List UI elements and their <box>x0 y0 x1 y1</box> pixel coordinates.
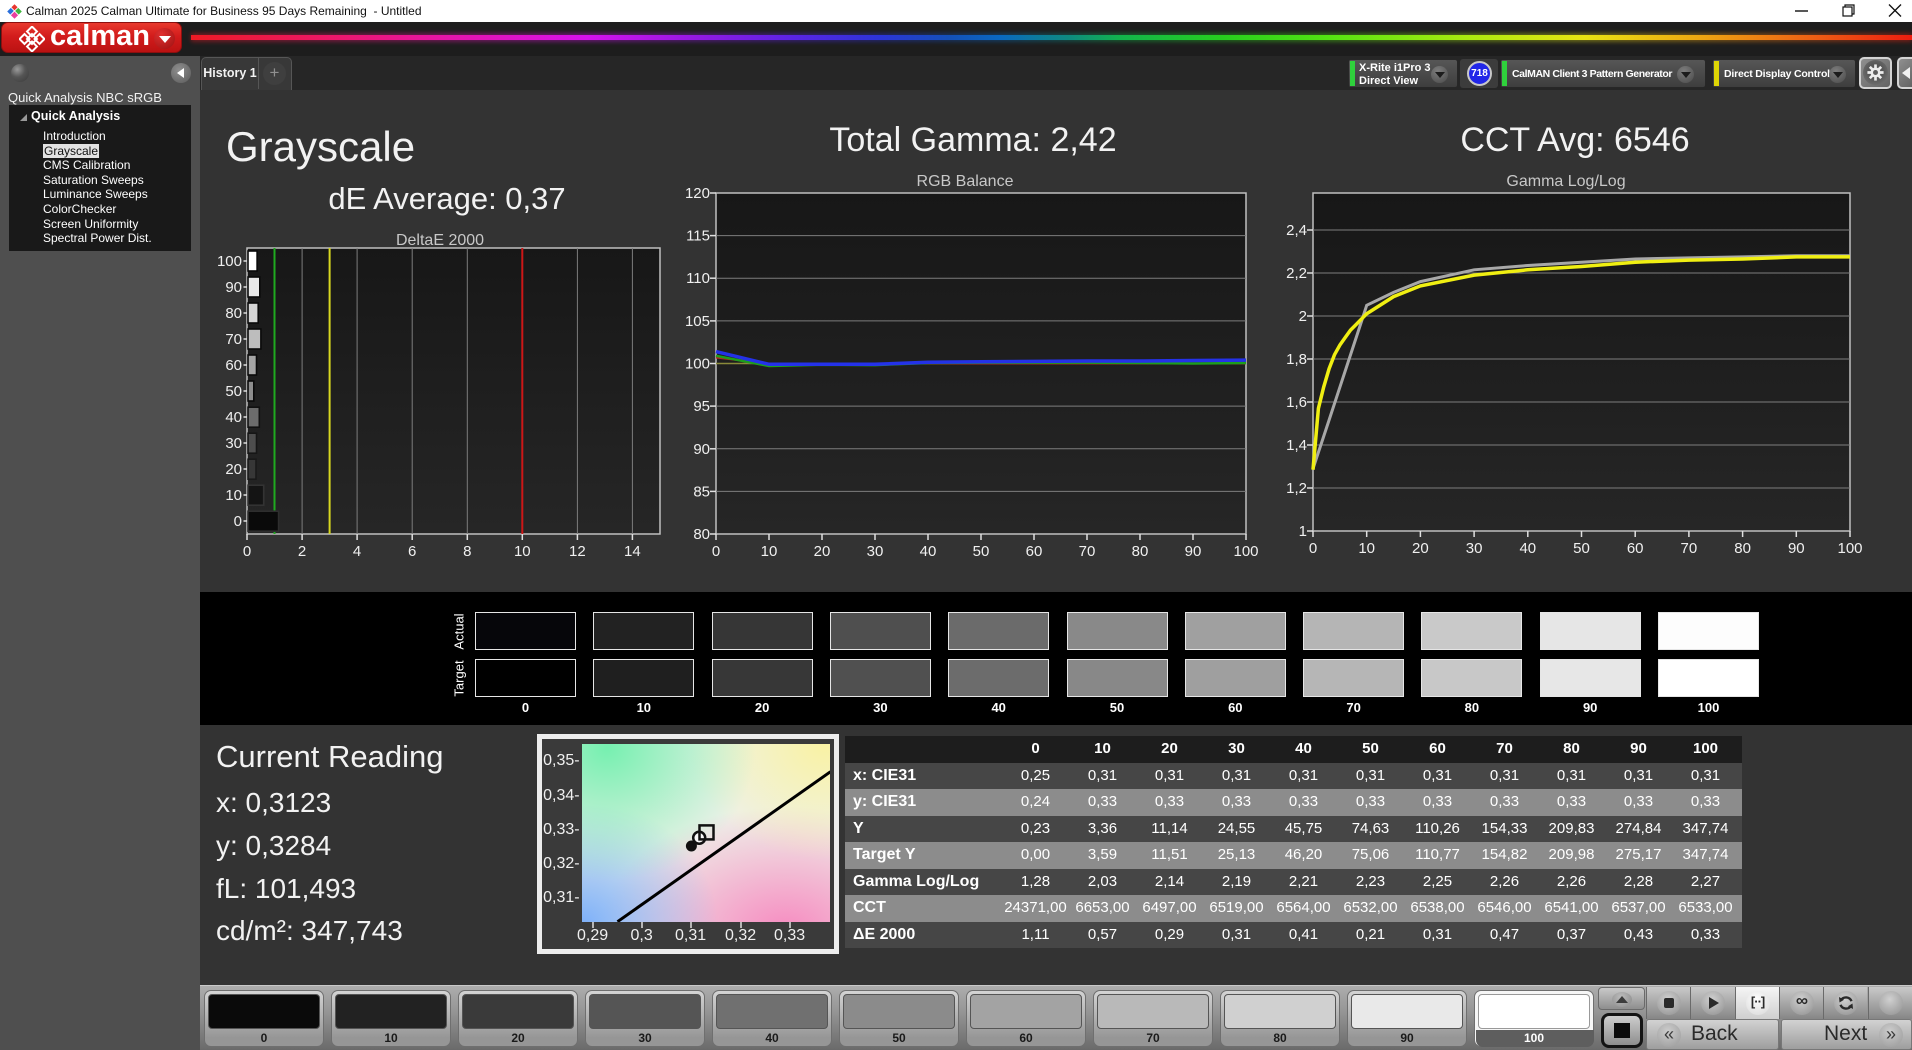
svg-text:1,4: 1,4 <box>1286 437 1307 454</box>
svg-text:85: 85 <box>693 483 710 500</box>
svg-text:RGB Balance: RGB Balance <box>917 173 1014 190</box>
svg-text:30: 30 <box>867 543 884 560</box>
svg-text:20: 20 <box>1412 540 1429 557</box>
svg-text:50: 50 <box>973 543 990 560</box>
svg-text:10: 10 <box>1358 540 1375 557</box>
svg-text:100: 100 <box>1233 543 1258 560</box>
svg-text:1: 1 <box>1299 523 1307 540</box>
svg-text:0: 0 <box>1309 540 1317 557</box>
svg-text:120: 120 <box>685 185 710 202</box>
svg-text:80: 80 <box>225 305 242 322</box>
svg-text:6: 6 <box>408 543 416 560</box>
svg-text:dE Average: 0,37: dE Average: 0,37 <box>328 181 565 216</box>
svg-text:2,4: 2,4 <box>1286 222 1307 239</box>
svg-text:40: 40 <box>1519 540 1536 557</box>
svg-text:0: 0 <box>712 543 720 560</box>
svg-text:90: 90 <box>693 441 710 458</box>
svg-text:90: 90 <box>1788 540 1805 557</box>
svg-text:70: 70 <box>1681 540 1698 557</box>
svg-text:1,8: 1,8 <box>1286 351 1307 368</box>
svg-text:115: 115 <box>686 228 710 245</box>
svg-text:60: 60 <box>1627 540 1644 557</box>
svg-text:50: 50 <box>1573 540 1590 557</box>
svg-text:2: 2 <box>1299 308 1307 325</box>
svg-text:80: 80 <box>1734 540 1751 557</box>
svg-text:30: 30 <box>1466 540 1483 557</box>
svg-text:90: 90 <box>1185 543 1202 560</box>
svg-text:CCT Avg: 6546: CCT Avg: 6546 <box>1460 121 1689 159</box>
svg-text:8: 8 <box>463 543 471 560</box>
svg-text:70: 70 <box>1079 543 1096 560</box>
svg-text:80: 80 <box>1132 543 1149 560</box>
svg-text:20: 20 <box>814 543 831 560</box>
svg-text:4: 4 <box>353 543 361 560</box>
svg-text:95: 95 <box>693 398 710 415</box>
svg-text:50: 50 <box>225 383 242 400</box>
svg-text:40: 40 <box>225 409 242 426</box>
svg-text:100: 100 <box>217 253 242 270</box>
svg-text:12: 12 <box>569 543 586 560</box>
svg-text:Gamma Log/Log: Gamma Log/Log <box>1506 173 1625 190</box>
svg-text:90: 90 <box>225 279 242 296</box>
svg-text:14: 14 <box>624 543 641 560</box>
svg-text:10: 10 <box>514 543 531 560</box>
svg-text:80: 80 <box>693 526 710 543</box>
svg-text:DeltaE 2000: DeltaE 2000 <box>396 232 484 249</box>
svg-text:30: 30 <box>225 435 242 452</box>
svg-text:100: 100 <box>685 356 710 373</box>
svg-text:40: 40 <box>920 543 937 560</box>
svg-text:60: 60 <box>1026 543 1043 560</box>
svg-text:10: 10 <box>761 543 778 560</box>
svg-text:2: 2 <box>298 543 306 560</box>
svg-text:105: 105 <box>685 313 710 330</box>
svg-text:2,2: 2,2 <box>1286 265 1307 282</box>
svg-text:1,6: 1,6 <box>1286 394 1307 411</box>
svg-text:70: 70 <box>225 331 242 348</box>
svg-text:60: 60 <box>225 357 242 374</box>
svg-text:0: 0 <box>243 543 251 560</box>
svg-text:0: 0 <box>234 513 242 530</box>
svg-text:Grayscale: Grayscale <box>226 123 415 170</box>
svg-text:10: 10 <box>225 487 242 504</box>
svg-text:Total Gamma: 2,42: Total Gamma: 2,42 <box>829 121 1116 159</box>
svg-text:1,2: 1,2 <box>1286 480 1307 497</box>
svg-text:100: 100 <box>1837 540 1862 557</box>
svg-text:110: 110 <box>686 270 710 287</box>
svg-text:20: 20 <box>225 461 242 478</box>
